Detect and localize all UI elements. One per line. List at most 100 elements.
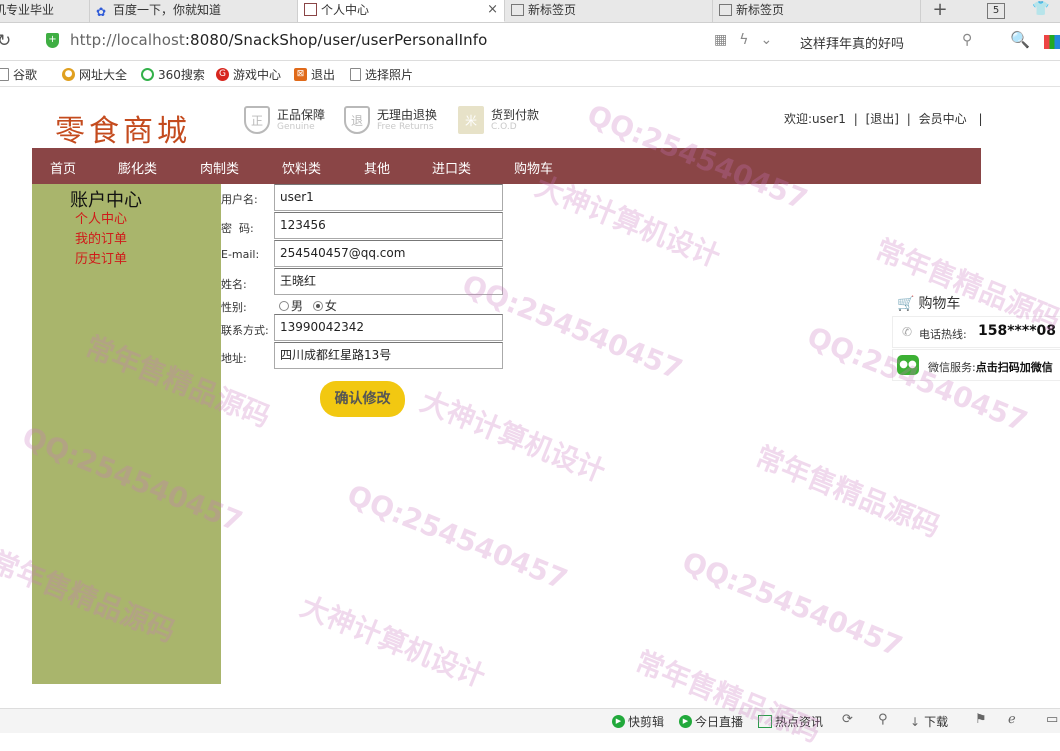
address-field[interactable]: 四川成都红星路13号 xyxy=(274,342,503,369)
watermark-text: QQ:254540457 xyxy=(677,545,908,664)
status-download[interactable]: ↓ 下载 xyxy=(910,713,948,730)
apps-icon[interactable] xyxy=(1044,35,1060,49)
nav-drinks[interactable]: 饮料类 xyxy=(282,158,321,177)
watermark-text: 常年售精品源码 xyxy=(630,644,825,749)
tab-3-active[interactable]: 个人中心 × xyxy=(298,0,505,22)
tab-close-icon[interactable]: × xyxy=(487,0,498,20)
bookmark-google[interactable]: 谷歌 xyxy=(0,66,37,83)
chevron-down-icon[interactable]: ⌄ xyxy=(760,32,772,48)
member-center-link[interactable]: 会员中心 xyxy=(919,112,967,126)
site-logo[interactable]: 零食商城 xyxy=(55,106,191,150)
globe-icon: ● xyxy=(62,68,75,81)
shopping-cart-icon: 🛒 xyxy=(897,296,915,312)
url-host: http://localhost xyxy=(70,31,185,49)
name-field[interactable]: 王晓红 xyxy=(274,268,503,295)
email-field[interactable]: 254540457@qq.com xyxy=(274,240,503,267)
bookmark-choose-photo[interactable]: 选择照片 xyxy=(350,66,413,83)
phone-icon: ✆ xyxy=(902,325,913,339)
password-field[interactable]: 123456 xyxy=(274,212,503,239)
hotline-label: 电话热线: xyxy=(919,328,967,341)
tab-4[interactable]: 新标签页 xyxy=(505,0,713,22)
watermark-text: QQ:254540457 xyxy=(342,478,573,597)
gender-male-radio[interactable] xyxy=(279,300,289,311)
play-icon: ▶ xyxy=(679,715,692,728)
refresh-circle-icon[interactable]: ⟳ xyxy=(842,712,853,727)
logout-link[interactable]: [退出] xyxy=(866,112,899,126)
sidebar-item-personal-center[interactable]: 个人中心 xyxy=(75,208,127,227)
gender-female-radio[interactable] xyxy=(312,300,323,311)
gender-male-label: 男 xyxy=(291,299,304,313)
nav-other[interactable]: 其他 xyxy=(364,158,390,177)
flag-icon[interactable]: ⚑ xyxy=(975,712,987,727)
bookmark-label: 退出 xyxy=(311,68,336,82)
360-icon xyxy=(141,68,154,81)
float-cart[interactable]: 🛒 购物车 xyxy=(897,293,960,313)
confirm-edit-button[interactable]: 确认修改 xyxy=(320,381,405,417)
wechat-panel[interactable]: ●● 微信服务:点击扫码加微信 xyxy=(892,349,1060,381)
bookmark-360-search[interactable]: 360搜索 xyxy=(141,66,205,83)
tab-5[interactable]: 新标签页 xyxy=(713,0,921,22)
ie-icon[interactable]: ℯ xyxy=(1008,712,1016,727)
url-field[interactable]: http://localhost:8080/SnackShop/user/use… xyxy=(70,31,487,49)
name-label: 姓名: xyxy=(221,278,247,291)
username-field[interactable]: user1 xyxy=(274,184,503,211)
status-label: 下载 xyxy=(924,715,949,729)
page-icon xyxy=(0,68,9,81)
wechat-label-text: 微信服务: xyxy=(928,361,976,374)
nav-home[interactable]: 首页 xyxy=(50,158,76,177)
bookmark-site-nav[interactable]: ● 网址大全 xyxy=(62,66,127,83)
search-input[interactable]: 这样拜年真的好吗 xyxy=(800,33,904,52)
new-tab-grid-icon xyxy=(719,3,732,16)
new-tab-plus-icon[interactable]: + xyxy=(930,0,950,22)
nav-imported[interactable]: 进口类 xyxy=(432,158,471,177)
baidu-paw-icon: ✿ xyxy=(96,5,107,19)
wechat-label: 微信服务:点击扫码加微信 xyxy=(928,359,1053,375)
account-sidebar: 账户中心 个人中心 我的订单 历史订单 xyxy=(32,184,221,684)
nav-meat[interactable]: 肉制类 xyxy=(200,158,239,177)
hotline-panel: ✆ 电话热线: 158****08 xyxy=(892,316,1060,348)
badge-sub: Genuine xyxy=(277,122,315,132)
nav-puffed[interactable]: 膨化类 xyxy=(118,158,157,177)
password-label: 密 码: xyxy=(221,222,254,235)
sidebar-item-order-history[interactable]: 历史订单 xyxy=(75,248,127,267)
page-favicon-icon xyxy=(304,3,317,16)
sidebar-item-my-orders[interactable]: 我的订单 xyxy=(75,228,127,247)
email-label: E-mail: xyxy=(221,248,260,261)
status-quick-clip[interactable]: ▶ 快剪辑 xyxy=(612,713,664,730)
app-icon: ⊠ xyxy=(294,68,307,81)
qr-code-icon[interactable]: ▦ xyxy=(714,32,727,48)
status-news[interactable]: 热点资讯 xyxy=(758,713,823,730)
bookmark-label: 选择照片 xyxy=(365,68,414,82)
skin-shirt-icon[interactable]: 👕 xyxy=(1032,1,1049,17)
pin-icon[interactable]: ⚲ xyxy=(878,712,888,727)
play-icon: ▶ xyxy=(612,715,625,728)
bookmark-game-center[interactable]: G 游戏中心 xyxy=(216,66,281,83)
shield-badge-icon: 退 xyxy=(344,106,370,134)
cash-badge-icon: 米 xyxy=(458,106,484,134)
gender-radio-group: 男 女 xyxy=(279,297,337,314)
bookmark-label: 网址大全 xyxy=(79,68,128,82)
tab-count-badge[interactable]: 5 xyxy=(987,3,1005,19)
search-button-icon[interactable]: 🔍 xyxy=(1010,30,1030,49)
lightning-icon[interactable]: ϟ xyxy=(739,32,748,48)
phone-field[interactable]: 13990042342 xyxy=(274,314,503,341)
tab-2[interactable]: ✿ 百度一下，你就知道 xyxy=(90,0,298,22)
nav-cart[interactable]: 购物车 xyxy=(514,158,553,177)
user-welcome: 欢迎:user1 | [退出] | 会员中心 | xyxy=(784,110,987,127)
status-label: 快剪辑 xyxy=(628,715,665,729)
window-icon[interactable]: ▭ xyxy=(1046,712,1058,727)
bookmark-logout[interactable]: ⊠ 退出 xyxy=(294,66,335,83)
reload-icon[interactable]: ↻ xyxy=(0,31,11,51)
address-label: 地址: xyxy=(221,352,247,365)
bookmark-label: 游戏中心 xyxy=(233,68,282,82)
search-icon[interactable]: ⚲ xyxy=(962,32,972,48)
status-live[interactable]: ▶ 今日直播 xyxy=(679,713,743,730)
tab-1[interactable]: 机专业毕业 xyxy=(0,0,90,22)
page-icon xyxy=(350,68,361,81)
badge-title: 无理由退换 xyxy=(377,108,438,122)
welcome-text: 欢迎:user1 xyxy=(784,112,846,126)
security-shield-icon[interactable]: + xyxy=(46,33,59,48)
address-bar: ↻ + http://localhost:8080/SnackShop/user… xyxy=(0,23,1060,61)
hotline-number: 158****08 xyxy=(978,323,1056,339)
tab-label: 个人中心 xyxy=(321,3,370,17)
